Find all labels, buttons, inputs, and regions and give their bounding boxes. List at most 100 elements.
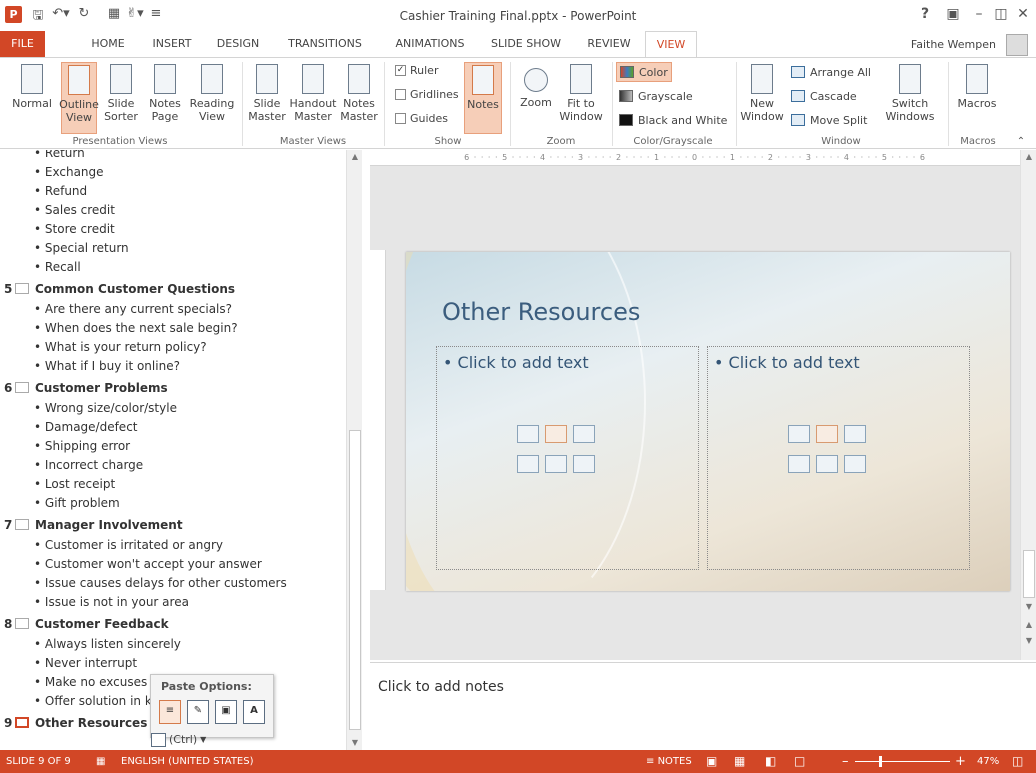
slide-thumbnail-icon[interactable] — [15, 717, 29, 728]
notes-master-button[interactable]: Notes Master — [338, 62, 380, 134]
content-placeholder-left[interactable]: • Click to add text — [436, 346, 699, 570]
color-button[interactable]: Color — [616, 62, 672, 82]
outline-bullet[interactable]: • Always listen sincerely — [0, 635, 181, 654]
tab-review[interactable]: REVIEW — [578, 31, 640, 57]
outline-bullet[interactable]: • Refund — [0, 182, 87, 201]
outline-bullet[interactable]: • Damage/defect — [0, 418, 138, 437]
outline-scroll-thumb[interactable] — [349, 430, 361, 730]
insert-table-icon[interactable] — [788, 425, 810, 443]
black-white-button[interactable]: Black and White — [616, 110, 730, 130]
maximize-icon[interactable]: ◫ — [990, 4, 1012, 24]
insert-online-picture-icon[interactable] — [816, 455, 838, 473]
zoom-slider[interactable] — [855, 761, 950, 762]
paste-ctrl-badge[interactable]: (Ctrl) ▼ — [151, 731, 206, 748]
insert-online-picture-icon[interactable] — [545, 455, 567, 473]
outline-bullet[interactable]: • Store credit — [0, 220, 115, 239]
tab-transitions[interactable]: TRANSITIONS — [279, 31, 371, 57]
notes-pane[interactable]: Click to add notes — [370, 662, 1036, 750]
paste-keep-source-icon[interactable]: ≡ — [159, 700, 181, 724]
outline-bullet[interactable]: • Issue is not in your area — [0, 593, 189, 612]
zoom-percentage[interactable]: 47% — [977, 750, 999, 773]
collapse-ribbon-icon[interactable]: ⌃ — [1010, 132, 1032, 152]
tab-animations[interactable]: ANIMATIONS — [384, 31, 476, 57]
outline-bullet[interactable]: • Never interrupt — [0, 654, 137, 673]
cascade-button[interactable]: Cascade — [788, 86, 860, 106]
avatar[interactable] — [1006, 34, 1028, 56]
outline-bullet[interactable]: • Customer won't accept your answer — [0, 555, 262, 574]
insert-chart-icon[interactable] — [816, 425, 838, 443]
fit-to-window-button[interactable]: Fit to Window — [556, 62, 606, 134]
guides-checkbox[interactable]: Guides — [395, 112, 448, 125]
tab-insert[interactable]: INSERT — [142, 31, 202, 57]
tab-slide-show[interactable]: SLIDE SHOW — [486, 31, 566, 57]
outline-bullet[interactable]: • Customer is irritated or angry — [0, 536, 223, 555]
slide-show-status-icon[interactable]: □ — [794, 750, 805, 773]
tab-file[interactable]: FILE — [0, 31, 45, 57]
reading-view-button[interactable]: Reading View — [188, 62, 236, 134]
insert-video-icon[interactable] — [844, 455, 866, 473]
outline-bullet[interactable]: • Exchange — [0, 163, 104, 182]
paste-picture-icon[interactable]: ▣ — [215, 700, 237, 724]
normal-view-button[interactable]: Normal — [4, 62, 60, 134]
outline-slide-title[interactable]: 8 Customer Feedback — [0, 615, 169, 634]
scroll-down-icon[interactable]: ▼ — [347, 736, 363, 750]
outline-bullet[interactable]: • Wrong size/color/style — [0, 399, 177, 418]
paste-use-destination-icon[interactable]: ✎ — [187, 700, 209, 724]
slide-scroll-thumb[interactable] — [1023, 550, 1035, 598]
outline-bullet[interactable]: • Recall — [0, 258, 81, 277]
insert-smartart-icon[interactable] — [844, 425, 866, 443]
notes-toggle-button[interactable]: Notes — [464, 62, 502, 134]
outline-bullet[interactable]: • Lost receipt — [0, 475, 115, 494]
outline-bullet[interactable]: • Make no excuses — [0, 673, 147, 692]
normal-view-status-icon[interactable]: ▣ — [706, 750, 717, 773]
outline-slide-title[interactable]: 9 Other Resources — [0, 714, 147, 733]
gridlines-checkbox[interactable]: Gridlines — [395, 88, 459, 101]
tab-home[interactable]: HOME — [78, 31, 138, 57]
outline-bullet[interactable]: • Special return — [0, 239, 129, 258]
minimize-icon[interactable]: – — [968, 4, 990, 24]
notes-page-button[interactable]: Notes Page — [145, 62, 185, 134]
move-split-button[interactable]: Move Split — [788, 110, 870, 130]
slide-sorter-status-icon[interactable]: ▦ — [734, 750, 745, 773]
zoom-out-icon[interactable]: – — [842, 750, 849, 773]
paste-text-only-icon[interactable]: A — [243, 700, 265, 724]
outline-bullet[interactable]: • Are there any current specials? — [0, 300, 232, 319]
new-window-button[interactable]: New Window — [740, 62, 784, 134]
ruler-checkbox[interactable]: ✓ Ruler — [395, 64, 438, 77]
handout-master-button[interactable]: Handout Master — [288, 62, 338, 134]
content-placeholder-right[interactable]: • Click to add text — [707, 346, 970, 570]
ribbon-display-options-icon[interactable]: ▣ — [942, 4, 964, 24]
spelling-check-icon[interactable]: ▦ — [96, 750, 105, 773]
outline-bullet[interactable]: • When does the next sale begin? — [0, 319, 238, 338]
notes-placeholder[interactable]: Click to add notes — [378, 679, 504, 695]
close-icon[interactable]: ✕ — [1012, 4, 1034, 24]
slide-title[interactable]: Other Resources — [442, 298, 640, 326]
scroll-down-icon[interactable]: ▼ — [1021, 600, 1036, 614]
insert-picture-icon[interactable] — [517, 455, 539, 473]
user-name[interactable]: Faithe Wempen — [911, 38, 996, 51]
previous-slide-icon[interactable]: ▲ — [1021, 618, 1036, 632]
reading-view-status-icon[interactable]: ◧ — [765, 750, 776, 773]
outline-scrollbar[interactable]: ▲ ▼ — [346, 150, 362, 750]
slide-master-button[interactable]: Slide Master — [246, 62, 288, 134]
zoom-slider-knob[interactable] — [879, 756, 882, 767]
arrange-all-button[interactable]: Arrange All — [788, 62, 874, 82]
next-slide-icon[interactable]: ▼ — [1021, 634, 1036, 648]
outline-bullet[interactable]: • What if I buy it online? — [0, 357, 180, 376]
insert-picture-icon[interactable] — [788, 455, 810, 473]
language-label[interactable]: ENGLISH (UNITED STATES) — [121, 750, 254, 773]
zoom-in-icon[interactable]: + — [955, 750, 966, 773]
outline-bullet[interactable]: • Offer solution in k — [0, 692, 152, 711]
macros-button[interactable]: Macros — [954, 62, 1000, 134]
slide-thumbnail-icon[interactable] — [15, 382, 29, 393]
outline-pane[interactable]: • Return • Exchange • Refund • Sales credit… — [0, 150, 362, 750]
insert-table-icon[interactable] — [517, 425, 539, 443]
slide-scrollbar[interactable]: ▲ ▼ ▲ ▼ — [1020, 150, 1036, 660]
insert-smartart-icon[interactable] — [573, 425, 595, 443]
slide-thumbnail-icon[interactable] — [15, 618, 29, 629]
outline-bullet[interactable]: • Sales credit — [0, 201, 115, 220]
switch-windows-button[interactable]: Switch Windows — [882, 62, 938, 134]
outline-bullet[interactable]: • Gift problem — [0, 494, 120, 513]
outline-bullet[interactable]: • Return — [0, 150, 85, 163]
zoom-button[interactable]: Zoom — [516, 62, 556, 134]
